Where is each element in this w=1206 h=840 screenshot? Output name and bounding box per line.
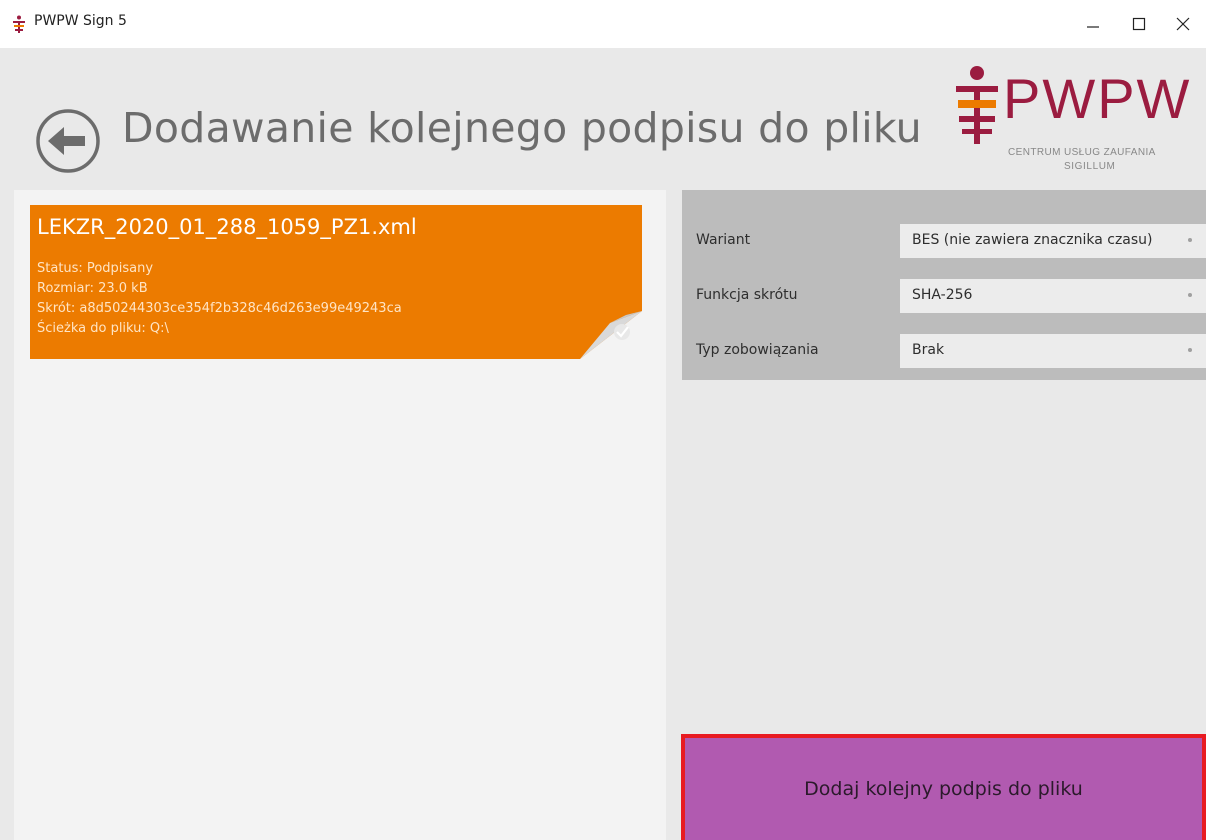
variant-select[interactable]: BES (nie zawiera znacznika czasu): [900, 224, 1206, 258]
minimize-button[interactable]: [1070, 0, 1116, 48]
hash-function-select[interactable]: SHA-256: [900, 279, 1206, 313]
dropdown-icon: [1188, 238, 1192, 242]
logo-wordmark: PWPW: [1003, 67, 1192, 130]
file-path: Ścieżka do pliku: Q:\: [37, 321, 169, 336]
close-button[interactable]: [1160, 0, 1206, 48]
variant-value: BES (nie zawiera znacznika czasu): [912, 232, 1153, 248]
logo-subtitle: CENTRUM USŁUG ZAUFANIA: [1008, 147, 1156, 158]
dropdown-icon: [1188, 293, 1192, 297]
title-bar: PWPW Sign 5: [0, 0, 1206, 48]
pwpw-app-icon: [13, 15, 25, 33]
back-arrow-icon: [36, 109, 100, 173]
add-signature-label: Dodaj kolejny podpis do pliku: [804, 778, 1083, 800]
page-title: Dodawanie kolejnego podpisu do pliku: [122, 104, 922, 152]
maximize-button[interactable]: [1116, 0, 1162, 48]
file-size: Rozmiar: 23.0 kB: [37, 281, 148, 296]
minimize-icon: [1087, 26, 1099, 28]
commitment-type-value: Brak: [912, 342, 945, 358]
window-title: PWPW Sign 5: [34, 13, 127, 29]
close-icon: [1176, 17, 1190, 31]
hash-function-label: Funkcja skrótu: [696, 287, 798, 303]
back-button[interactable]: [35, 108, 101, 174]
hash-function-value: SHA-256: [912, 287, 973, 303]
add-signature-button[interactable]: Dodaj kolejny podpis do pliku: [681, 734, 1206, 840]
check-icon: [580, 311, 642, 359]
file-card[interactable]: LEKZR_2020_01_288_1059_PZ1.xml Status: P…: [30, 205, 642, 359]
variant-label: Wariant: [696, 232, 751, 248]
commitment-type-select[interactable]: Brak: [900, 334, 1206, 368]
logo-subtitle-sigillum: SIGILLUM: [1064, 161, 1116, 172]
commitment-type-label: Typ zobowiązania: [696, 342, 819, 358]
file-name: LEKZR_2020_01_288_1059_PZ1.xml: [37, 215, 417, 239]
file-status: Status: Podpisany: [37, 261, 154, 276]
file-hash: Skrót: a8d50244303ce354f2b328c46d263e99e…: [37, 301, 402, 316]
maximize-icon: [1132, 17, 1146, 31]
dropdown-icon: [1188, 348, 1192, 352]
